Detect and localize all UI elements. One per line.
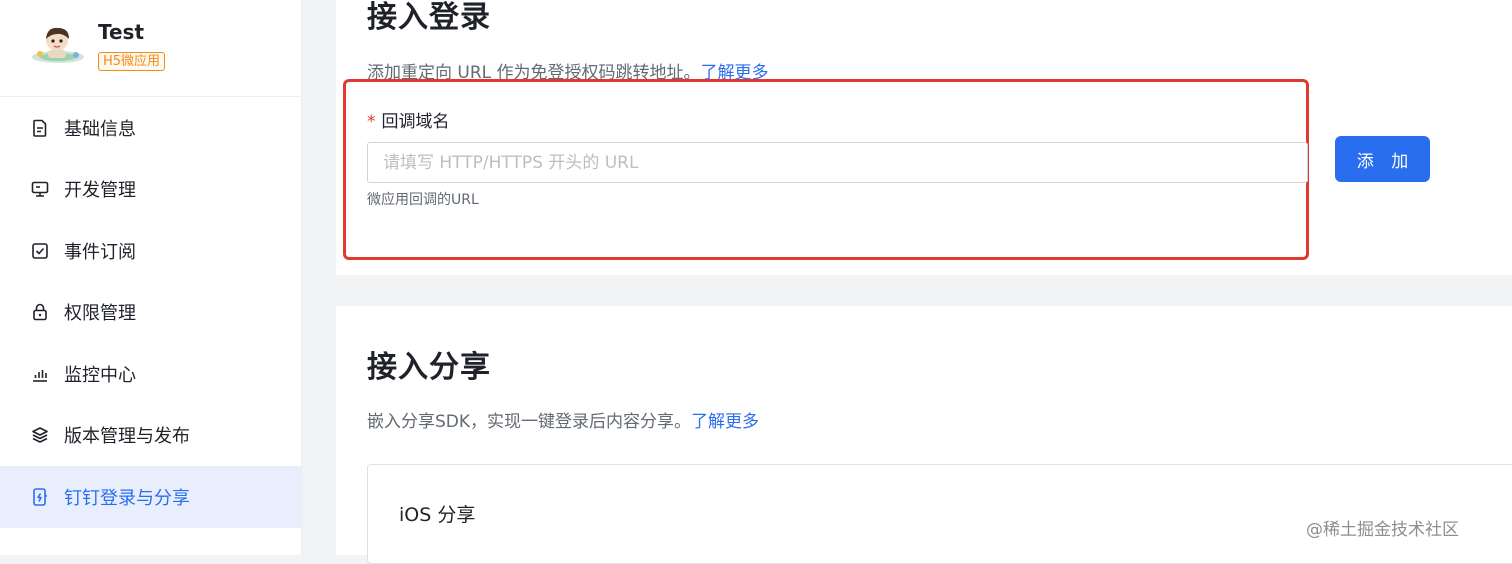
sidebar-item-monitoring[interactable]: 监控中心 (0, 343, 302, 405)
add-button[interactable]: 添 加 (1335, 136, 1430, 182)
layers-icon (30, 425, 50, 445)
sidebar-item-event-subscription[interactable]: 事件订阅 (0, 220, 302, 282)
sidebar-item-label: 监控中心 (64, 364, 136, 386)
app-avatar (30, 24, 86, 66)
ios-share-panel: iOS 分享 (367, 464, 1512, 564)
bar-chart-icon (30, 364, 50, 384)
share-section-desc: 嵌入分享SDK，实现一键登录后内容分享。了解更多 (367, 407, 759, 432)
phone-lightning-icon (30, 487, 50, 507)
sidebar-nav: 基础信息 开发管理 事件订阅 权限管理 监控中心 版本管理与发布 钉钉登录与分享 (0, 97, 302, 528)
callback-url-input[interactable] (367, 142, 1308, 183)
sidebar-item-label: 权限管理 (64, 303, 136, 325)
ios-share-title: iOS 分享 (399, 504, 476, 526)
callback-domain-label-text: 回调域名 (381, 112, 450, 132)
sidebar-item-label: 基础信息 (64, 118, 136, 140)
share-section-title: 接入分享 (367, 350, 491, 385)
sidebar-item-version-release[interactable]: 版本管理与发布 (0, 405, 302, 467)
login-section-title: 接入登录 (367, 0, 491, 35)
callback-url-help: 微应用回调的URL (367, 192, 479, 208)
callback-domain-label: * 回调域名 (367, 107, 450, 132)
sidebar-item-login-share[interactable]: 钉钉登录与分享 (0, 466, 302, 528)
required-mark: * (367, 112, 376, 132)
document-icon (30, 118, 50, 138)
sidebar: Test H5微应用 基础信息 开发管理 事件订阅 权限管理 监控中心 版本管理… (0, 0, 302, 555)
monitor-icon (30, 179, 50, 199)
sidebar-item-dev-management[interactable]: 开发管理 (0, 159, 302, 221)
sidebar-item-label: 版本管理与发布 (64, 426, 190, 448)
share-learn-more-link[interactable]: 了解更多 (691, 412, 759, 432)
share-desc-text: 嵌入分享SDK，实现一键登录后内容分享。 (367, 412, 692, 432)
sidebar-item-basic-info[interactable]: 基础信息 (0, 97, 302, 159)
lock-icon (30, 302, 50, 322)
watermark: @稀土掘金技术社区 (1306, 520, 1459, 540)
sidebar-item-label: 开发管理 (64, 180, 136, 202)
sidebar-item-permissions[interactable]: 权限管理 (0, 282, 302, 344)
app-type-badge: H5微应用 (98, 52, 166, 71)
checkbox-icon (30, 241, 50, 261)
app-name: Test (98, 20, 145, 44)
sidebar-item-label: 事件订阅 (64, 241, 136, 263)
app-header: Test H5微应用 (0, 0, 301, 97)
sidebar-item-label: 钉钉登录与分享 (64, 487, 190, 509)
